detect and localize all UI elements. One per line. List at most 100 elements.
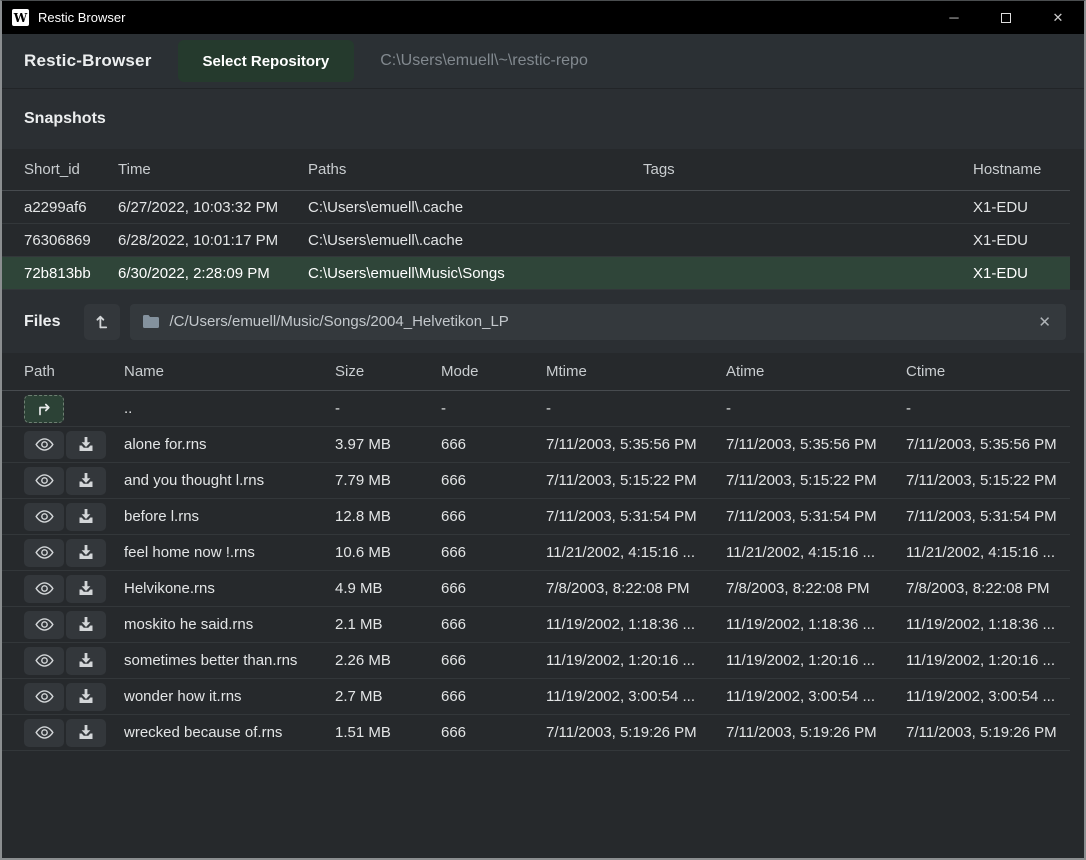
maximize-button[interactable] [980, 1, 1032, 34]
empty-area [2, 751, 1084, 858]
file-row: before l.rns12.8 MB6667/11/2003, 5:31:54… [2, 499, 1070, 535]
minimize-icon: ─ [949, 10, 958, 25]
app-window: W Restic Browser ─ ✕ Restic-Browser Sele… [0, 0, 1086, 860]
file-ctime: 7/11/2003, 5:31:54 PM [906, 508, 1070, 525]
download-icon [78, 581, 94, 596]
eye-icon [35, 653, 54, 668]
view-file-button[interactable] [24, 611, 64, 639]
file-mtime: 7/11/2003, 5:15:22 PM [546, 472, 726, 489]
download-file-button[interactable] [66, 683, 106, 711]
file-ctime: 11/21/2002, 4:15:16 ... [906, 544, 1070, 561]
files-column-atime: Atime [726, 363, 906, 380]
file-size: 12.8 MB [335, 508, 441, 525]
repository-path: C:\Users\emuell\~\restic-repo [380, 52, 588, 70]
view-file-button[interactable] [24, 431, 64, 459]
snapshot-hostname: X1-EDU [973, 199, 1070, 216]
file-row: moskito he said.rns2.1 MB66611/19/2002, … [2, 607, 1070, 643]
snapshot-row[interactable]: 72b813bb6/30/2022, 2:28:09 PMC:\Users\em… [2, 257, 1070, 290]
view-file-button[interactable] [24, 575, 64, 603]
close-button[interactable]: ✕ [1032, 1, 1084, 34]
file-mode: 666 [441, 580, 546, 597]
download-file-button[interactable] [66, 719, 106, 747]
download-file-button[interactable] [66, 575, 106, 603]
app-logo-icon: W [12, 9, 29, 26]
snapshots-heading: Snapshots [24, 110, 106, 128]
download-icon [78, 545, 94, 560]
download-file-button[interactable] [66, 503, 106, 531]
file-ctime: 7/11/2003, 5:19:26 PM [906, 724, 1070, 741]
file-name: sometimes better than.rns [124, 652, 335, 669]
row-actions [24, 431, 124, 459]
eye-icon [35, 725, 54, 740]
download-file-button[interactable] [66, 467, 106, 495]
eye-icon [35, 437, 54, 452]
files-column-mtime: Mtime [546, 363, 726, 380]
file-ctime: - [906, 400, 1070, 417]
snapshot-short-id: a2299af6 [24, 199, 118, 216]
files-heading: Files [24, 313, 60, 331]
file-mtime: 7/11/2003, 5:35:56 PM [546, 436, 726, 453]
close-icon: ✕ [1053, 10, 1064, 26]
app-name: Restic-Browser [24, 51, 152, 71]
eye-icon [35, 473, 54, 488]
file-size: 10.6 MB [335, 544, 441, 561]
titlebar: W Restic Browser ─ ✕ [2, 1, 1084, 34]
file-atime: 7/11/2003, 5:31:54 PM [726, 508, 906, 525]
download-icon [78, 509, 94, 524]
file-atime: - [726, 400, 906, 417]
download-file-button[interactable] [66, 431, 106, 459]
file-row: wrecked because of.rns1.51 MB6667/11/200… [2, 715, 1070, 751]
window-title: Restic Browser [38, 10, 125, 25]
go-up-directory-button[interactable] [24, 395, 64, 423]
row-actions [24, 467, 124, 495]
clear-path-button[interactable]: ✕ [1036, 313, 1053, 331]
file-row: sometimes better than.rns2.26 MB66611/19… [2, 643, 1070, 679]
eye-icon [35, 689, 54, 704]
file-mtime: 11/21/2002, 4:15:16 ... [546, 544, 726, 561]
row-actions [24, 647, 124, 675]
files-column-mode: Mode [441, 363, 546, 380]
view-file-button[interactable] [24, 719, 64, 747]
view-file-button[interactable] [24, 539, 64, 567]
row-actions [24, 539, 124, 567]
go-to-parent-button[interactable] [84, 304, 120, 340]
view-file-button[interactable] [24, 683, 64, 711]
view-file-button[interactable] [24, 467, 64, 495]
download-file-button[interactable] [66, 611, 106, 639]
snapshots-table: a2299af66/27/2022, 10:03:32 PMC:\Users\e… [2, 191, 1084, 290]
go-up-arrow-icon [36, 402, 53, 416]
view-file-button[interactable] [24, 647, 64, 675]
file-mode: 666 [441, 436, 546, 453]
file-mtime: 7/11/2003, 5:19:26 PM [546, 724, 726, 741]
snapshot-row[interactable]: a2299af66/27/2022, 10:03:32 PMC:\Users\e… [2, 191, 1070, 224]
parent-directory-row[interactable]: ..----- [2, 391, 1070, 427]
current-path-field[interactable]: /C/Users/emuell/Music/Songs/2004_Helveti… [130, 304, 1066, 340]
eye-icon [35, 581, 54, 596]
file-atime: 7/11/2003, 5:35:56 PM [726, 436, 906, 453]
file-mode: - [441, 400, 546, 417]
snapshot-short-id: 72b813bb [24, 265, 118, 282]
download-file-button[interactable] [66, 647, 106, 675]
snapshot-hostname: X1-EDU [973, 232, 1070, 249]
snapshot-row[interactable]: 763068696/28/2022, 10:01:17 PMC:\Users\e… [2, 224, 1070, 257]
file-name: Helvikone.rns [124, 580, 335, 597]
select-repository-button[interactable]: Select Repository [178, 40, 355, 82]
file-mtime: 7/11/2003, 5:31:54 PM [546, 508, 726, 525]
file-mode: 666 [441, 472, 546, 489]
download-file-button[interactable] [66, 539, 106, 567]
snapshot-paths: C:\Users\emuell\.cache [308, 232, 643, 249]
row-actions [24, 683, 124, 711]
file-name: before l.rns [124, 508, 335, 525]
snapshots-table-header: Short_idTimePathsTagsHostname [2, 149, 1070, 191]
snapshot-time: 6/27/2022, 10:03:32 PM [118, 199, 308, 216]
file-size: - [335, 400, 441, 417]
file-mtime: 11/19/2002, 1:18:36 ... [546, 616, 726, 633]
view-file-button[interactable] [24, 503, 64, 531]
snapshot-paths: C:\Users\emuell\.cache [308, 199, 643, 216]
eye-icon [35, 545, 54, 560]
file-size: 7.79 MB [335, 472, 441, 489]
file-mode: 666 [441, 544, 546, 561]
file-atime: 11/21/2002, 4:15:16 ... [726, 544, 906, 561]
minimize-button[interactable]: ─ [928, 1, 980, 34]
snapshots-section-header: Snapshots [2, 89, 1084, 149]
